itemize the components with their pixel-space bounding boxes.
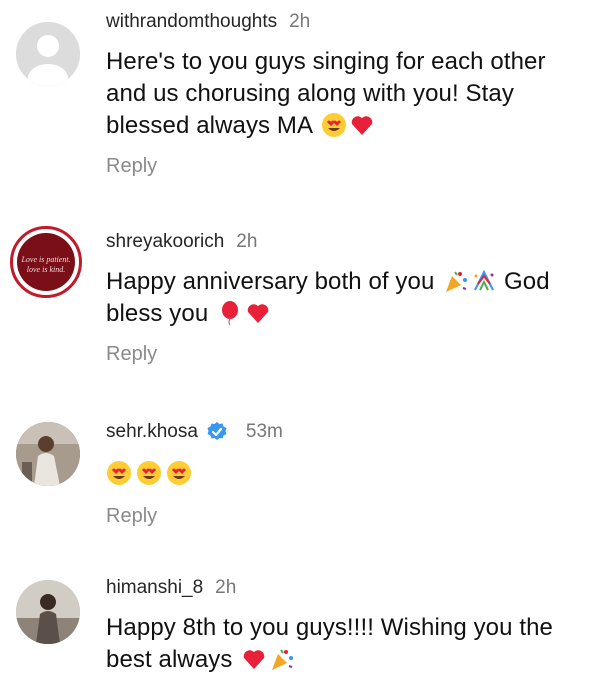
username[interactable]: sehr.khosa (106, 420, 198, 444)
comment-fragment: Happy anniversary both of you (106, 268, 435, 295)
username[interactable]: shreyakoorich (106, 230, 224, 254)
heart-eyes-emoji-icon (136, 460, 162, 486)
comments-list: withrandomthoughts 2h Here's to you guys… (0, 0, 613, 683)
reply-button[interactable]: Reply (106, 504, 603, 528)
reply-button[interactable]: Reply (106, 342, 603, 366)
comment-meta: sehr.khosa 53m (106, 420, 603, 444)
comment-content: shreyakoorich 2h Happy anniversary both … (106, 230, 603, 366)
comment-text (106, 458, 603, 490)
red-heart-icon (241, 646, 267, 672)
party-popper-icon (269, 646, 295, 672)
reply-button[interactable]: Reply (106, 154, 603, 178)
comment-text: Here's to you guys singing for each othe… (106, 46, 603, 142)
profile-photo-icon (16, 580, 80, 644)
avatar-himanshi[interactable] (16, 580, 80, 644)
comment-meta: withrandomthoughts 2h (106, 10, 603, 34)
avatar-shreyakoorich[interactable]: Love is patient. love is kind. (10, 226, 82, 298)
red-heart-icon (349, 112, 375, 138)
comment-fragment: best always (106, 646, 233, 673)
comment-fragment: God (504, 268, 550, 295)
comment-text: Happy anniversary both of you God bless … (106, 266, 603, 330)
user-silhouette-icon (16, 22, 80, 86)
avatar-caption-line: Love is patient. (21, 255, 71, 264)
avatar-caption: Love is patient. love is kind. (19, 255, 73, 275)
verified-badge-icon (207, 422, 227, 440)
comment-meta: shreyakoorich 2h (106, 230, 603, 254)
comment-text: Happy 8th to you guys!!!! Wishing you th… (106, 612, 603, 676)
avatar-default[interactable] (16, 22, 80, 86)
timestamp: 53m (245, 421, 283, 442)
party-popper-icon (443, 268, 469, 294)
red-heart-icon (245, 300, 271, 326)
heart-eyes-emoji-icon (321, 112, 347, 138)
profile-photo-icon (16, 422, 80, 486)
timestamp: 2h (289, 11, 311, 32)
comment-fragment: Happy 8th to you guys!!!! Wishing you th… (106, 614, 554, 641)
comment-meta: himanshi_8 2h (106, 576, 603, 600)
timestamp: 2h (215, 577, 237, 598)
avatar-caption-line: love is kind. (26, 265, 66, 274)
comment-line: and us chorusing along with you! Stay (106, 80, 514, 107)
heart-eyes-emoji-icon (166, 460, 192, 486)
comment-fragment: bless you (106, 300, 209, 327)
heart-eyes-emoji-icon (106, 460, 132, 486)
comment-content: himanshi_8 2h Happy 8th to you guys!!!! … (106, 576, 603, 676)
confetti-ball-icon (471, 268, 497, 294)
avatar-sehr-khosa[interactable] (16, 422, 80, 486)
timestamp: 2h (236, 231, 258, 252)
username[interactable]: himanshi_8 (106, 576, 203, 600)
comment-content: withrandomthoughts 2h Here's to you guys… (106, 10, 603, 178)
username[interactable]: withrandomthoughts (106, 10, 277, 34)
balloon-icon (217, 300, 243, 326)
comment-line: blessed always MA (106, 112, 312, 139)
comment-line: Here's to you guys singing for each othe… (106, 48, 546, 75)
comment-content: sehr.khosa 53m Reply (106, 420, 603, 528)
